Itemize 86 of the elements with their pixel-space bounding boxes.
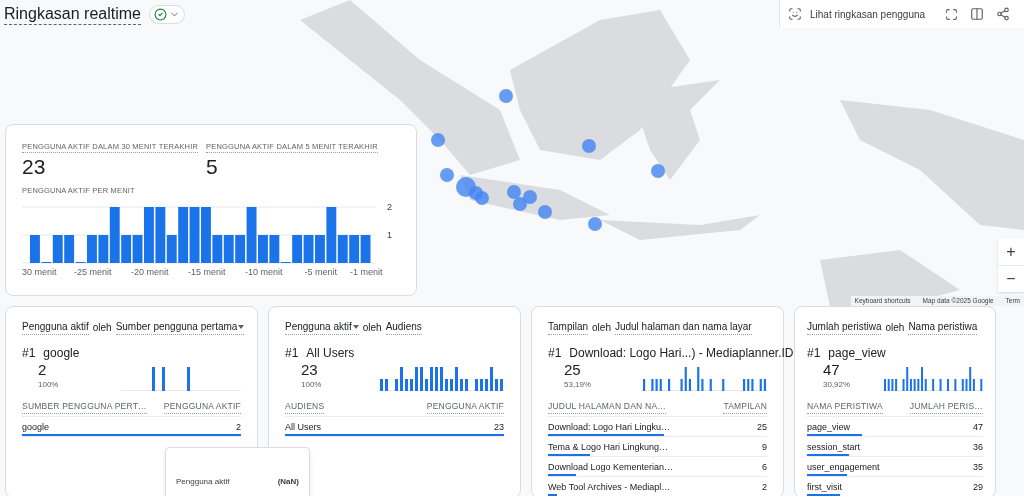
table-cell: user_engagement xyxy=(807,461,880,473)
fullscreen-icon[interactable] xyxy=(945,7,959,21)
chart-bar xyxy=(349,234,360,263)
caret-icon xyxy=(352,324,359,329)
x-tick-label: 30 menit xyxy=(22,266,57,277)
table-cell: Web Tool Archives - Mediapl… xyxy=(548,481,671,493)
title-joiner: oleh xyxy=(885,320,905,335)
table-cell: 25 xyxy=(757,421,767,433)
x-tick-label: -25 menit xyxy=(73,266,112,277)
chart-bar xyxy=(223,234,234,263)
table-cell: page_view xyxy=(807,421,851,433)
top-item-share: 100% xyxy=(301,379,322,391)
table-cell: 23 xyxy=(494,421,504,433)
title-joiner: oleh xyxy=(592,320,611,335)
table-cell: 2 xyxy=(236,421,241,433)
title-joiner: oleh xyxy=(92,320,112,335)
table-cell: 35 xyxy=(973,461,983,473)
zoom-out-button[interactable]: − xyxy=(998,265,1024,292)
top-item-value: 25 xyxy=(564,361,582,379)
dimension-selector[interactable]: Sumber pengguna pertama xyxy=(115,319,245,335)
x-tick-label: -20 menit xyxy=(130,266,169,277)
top-item-value: 23 xyxy=(301,361,319,379)
column-header[interactable]: TAMPILAN xyxy=(723,400,767,414)
check-circle-icon xyxy=(153,8,167,21)
metric-selector[interactable]: Pengguna aktif xyxy=(22,319,89,335)
top-item-value: 2 xyxy=(38,361,48,379)
column-header[interactable]: PENGGUNA AKTIF xyxy=(163,400,241,414)
user-summary-button[interactable]: Lihat ringkasan pengguna xyxy=(788,6,926,22)
top-item-name: All Users xyxy=(306,345,355,361)
metric-selector[interactable]: Pengguna aktif xyxy=(285,319,359,335)
table-cell: Download Logo Kementerian… xyxy=(548,461,674,473)
status-dropdown[interactable] xyxy=(148,5,185,24)
dimension-selector[interactable]: Nama peristiwa xyxy=(908,319,978,335)
metric-selector[interactable]: Tampilan xyxy=(548,319,589,335)
column-header[interactable]: JUDUL HALAMAN DAN NA… xyxy=(548,400,666,414)
table-cell: 47 xyxy=(973,421,983,433)
column-header[interactable]: SUMBER PENGGUNA PERT… xyxy=(22,400,147,414)
x-tick-label: -5 menit xyxy=(304,266,337,277)
compare-icon[interactable] xyxy=(970,7,985,21)
top-item-name: page_view xyxy=(828,345,886,361)
y-tick-label: 2 xyxy=(387,201,392,212)
metric-selector[interactable]: Jumlah peristiwa xyxy=(807,319,882,335)
share-icon[interactable] xyxy=(996,7,1011,21)
column-header[interactable]: PENGGUNA AKTIF xyxy=(426,400,504,414)
page-title: Ringkasan realtime xyxy=(4,4,141,25)
title-joiner: oleh xyxy=(362,320,382,335)
metric-value: 5 xyxy=(206,154,219,181)
table-cell: 36 xyxy=(973,441,983,453)
dimension-selector[interactable]: Audiens xyxy=(385,319,422,335)
rank-label: #1 xyxy=(807,345,821,361)
table-cell: session_start xyxy=(807,441,861,453)
top-item-share: 100% xyxy=(38,379,59,391)
rank-label: #1 xyxy=(548,345,562,361)
column-header[interactable]: JUMLAH PERIS… xyxy=(909,400,983,414)
top-item-name: Download: Logo Hari...) - Mediaplanner.ID xyxy=(569,345,794,361)
x-tick-label: -1 menit xyxy=(350,266,383,277)
y-tick-label: 1 xyxy=(387,229,392,240)
x-tick-label: -10 menit xyxy=(244,266,283,277)
column-header[interactable]: NAMA PERISTIWA xyxy=(807,400,883,414)
table-cell: 29 xyxy=(973,481,983,493)
column-header[interactable]: AUDIENS xyxy=(285,400,325,414)
x-tick-label: -15 menit xyxy=(187,266,226,277)
table-cell: 6 xyxy=(762,461,767,473)
table-cell: 2 xyxy=(762,481,767,493)
table-cell: google xyxy=(22,421,50,433)
zoom-in-button[interactable]: + xyxy=(998,238,1024,265)
tooltip-label: Pengguna aktif xyxy=(176,476,230,488)
rank-label: #1 xyxy=(285,345,299,361)
table-cell: 9 xyxy=(762,441,767,453)
table-cell: first_visit xyxy=(807,481,842,493)
chart-bar xyxy=(189,206,200,263)
face-scan-icon xyxy=(788,7,802,21)
metric-value: 23 xyxy=(22,154,47,181)
table-cell: Download: Logo Hari Lingku… xyxy=(548,421,671,433)
chart-bar xyxy=(303,234,314,263)
table-cell: All Users xyxy=(285,421,321,433)
top-item-share: 53,19% xyxy=(564,379,592,391)
rank-label: #1 xyxy=(22,345,36,361)
dimension-selector[interactable]: Judul halaman dan nama layar xyxy=(614,319,752,335)
chart-bar xyxy=(360,234,371,263)
table-cell: Tema & Logo Hari Lingkung… xyxy=(548,441,669,453)
caret-icon xyxy=(238,324,245,329)
top-item-name: google xyxy=(43,345,80,361)
top-item-share: 30,92% xyxy=(823,379,851,391)
top-item-value: 47 xyxy=(823,361,841,379)
tooltip-value: (NaN) xyxy=(277,476,299,488)
